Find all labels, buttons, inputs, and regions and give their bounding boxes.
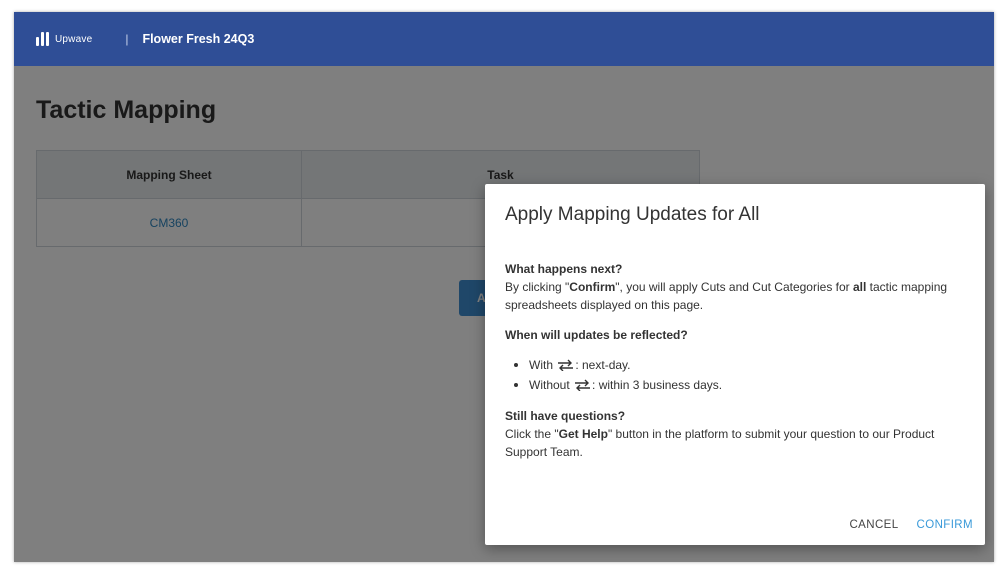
sync-arrows-icon bbox=[558, 359, 574, 371]
apply-mapping-dialog: Apply Mapping Updates for All What happe… bbox=[485, 184, 985, 545]
list-item: Without : within 3 business days. bbox=[505, 375, 965, 395]
dialog-body: What happens next? By clicking "Confirm"… bbox=[505, 260, 965, 461]
upwave-logo[interactable]: Upwave bbox=[36, 32, 92, 46]
next-paragraph: By clicking "Confirm", you will apply Cu… bbox=[505, 280, 948, 312]
header-separator: | bbox=[125, 32, 129, 46]
timing-list: With : next-day. Without : within 3 busi… bbox=[505, 355, 965, 395]
list-item: With : next-day. bbox=[505, 355, 965, 375]
cancel-button[interactable]: CANCEL bbox=[849, 519, 898, 531]
questions-paragraph: Click the "Get Help" button in the platf… bbox=[505, 427, 935, 459]
logo-text: Upwave bbox=[55, 33, 93, 45]
upwave-logo-icon bbox=[36, 32, 49, 46]
app-window: Upwave | Flower Fresh 24Q3 Tactic Mappin… bbox=[14, 12, 994, 562]
next-heading: What happens next? bbox=[505, 262, 623, 276]
project-name[interactable]: Flower Fresh 24Q3 bbox=[142, 32, 254, 46]
questions-heading: Still have questions? bbox=[505, 409, 626, 423]
sync-arrows-icon bbox=[575, 379, 591, 391]
dialog-actions: CANCEL CONFIRM bbox=[849, 519, 973, 531]
top-nav-bar: Upwave | Flower Fresh 24Q3 bbox=[14, 12, 994, 66]
confirm-button[interactable]: CONFIRM bbox=[917, 519, 973, 531]
dialog-title: Apply Mapping Updates for All bbox=[505, 204, 760, 225]
when-heading: When will updates be reflected? bbox=[505, 328, 688, 342]
